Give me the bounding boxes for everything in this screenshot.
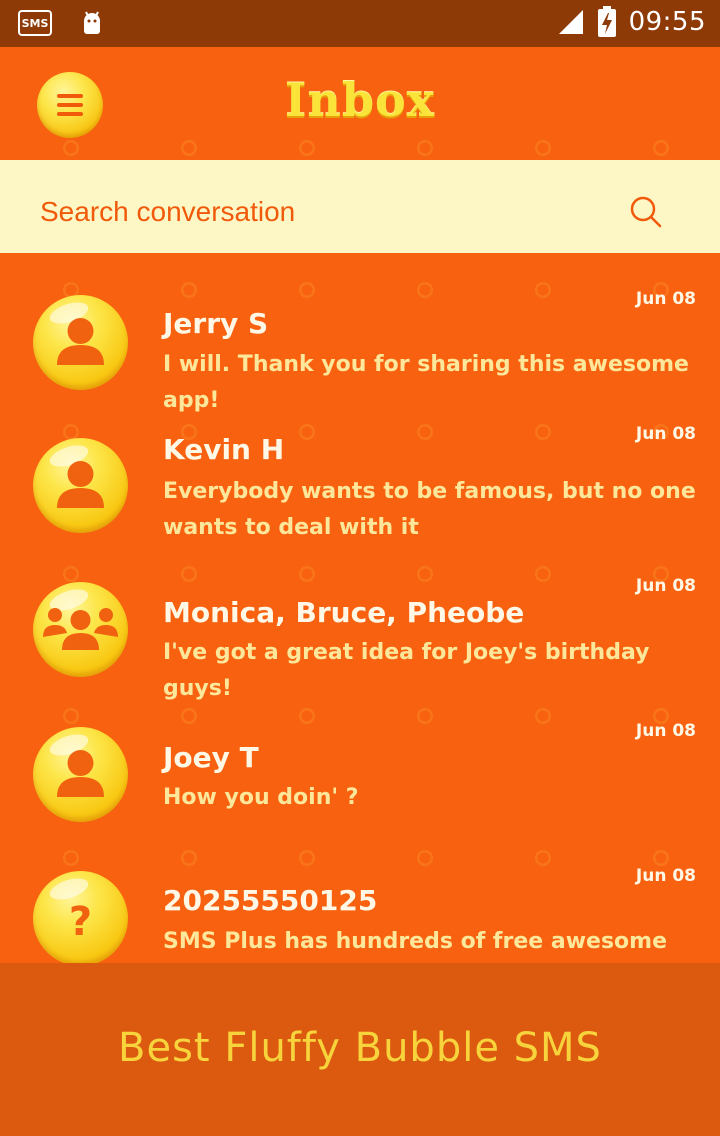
unknown-contact-avatar-icon: ? [33, 871, 128, 963]
conversation-snippet: SMS Plus has hundreds of free awesome th… [163, 929, 668, 954]
conversation-snippet: How you doin' ? [163, 785, 359, 810]
group-avatar-icon [33, 582, 128, 677]
svg-text:?: ? [69, 899, 92, 945]
signal-icon [558, 10, 583, 34]
conversation-name: 20255550125 [163, 884, 378, 917]
conversation-date: Jun 08 [635, 721, 696, 741]
person-avatar-icon [33, 438, 128, 533]
search-bar [0, 160, 720, 253]
conversation-name: Kevin H [163, 433, 285, 466]
footer-text: Best Fluffy Bubble SMS [118, 1025, 602, 1071]
app-bar: Inbox [0, 47, 720, 160]
conversation-item[interactable]: ? Jun 08 20255550125 SMS Plus has hundre… [0, 838, 720, 963]
conversation-list: Jun 08 Jerry S I will. Thank you for sha… [0, 253, 720, 963]
conversation-item[interactable]: Jun 08 Jerry S I will. Thank you for sha… [0, 253, 720, 413]
conversation-name: Monica, Bruce, Pheobe [163, 596, 525, 629]
sms-notification-icon: SMS [18, 10, 52, 36]
conversation-date: Jun 08 [635, 866, 696, 886]
android-icon [84, 11, 100, 34]
footer-banner: Best Fluffy Bubble SMS [0, 963, 720, 1136]
page-title: Inbox [284, 73, 436, 127]
conversation-date: Jun 08 [635, 289, 696, 309]
person-avatar-icon [33, 727, 128, 822]
conversation-item[interactable]: Jun 08 Monica, Bruce, Pheobe I've got a … [0, 548, 720, 701]
search-icon[interactable] [628, 194, 664, 230]
battery-charging-icon [597, 6, 616, 37]
conversation-item[interactable]: Jun 08 Kevin H Everybody wants to be fam… [0, 393, 720, 548]
clock: 09:55 [628, 7, 706, 37]
conversation-snippet: Everybody wants to be famous, but no one… [163, 479, 696, 540]
conversation-date: Jun 08 [635, 424, 696, 444]
status-bar: SMS 09:55 [0, 0, 720, 47]
conversation-name: Jerry S [163, 307, 269, 340]
conversation-date: Jun 08 [635, 576, 696, 596]
conversation-name: Joey T [163, 741, 259, 774]
person-avatar-icon [33, 295, 128, 390]
search-input[interactable] [40, 194, 600, 230]
conversation-item[interactable]: Jun 08 Joey T How you doin' ? [0, 693, 720, 838]
